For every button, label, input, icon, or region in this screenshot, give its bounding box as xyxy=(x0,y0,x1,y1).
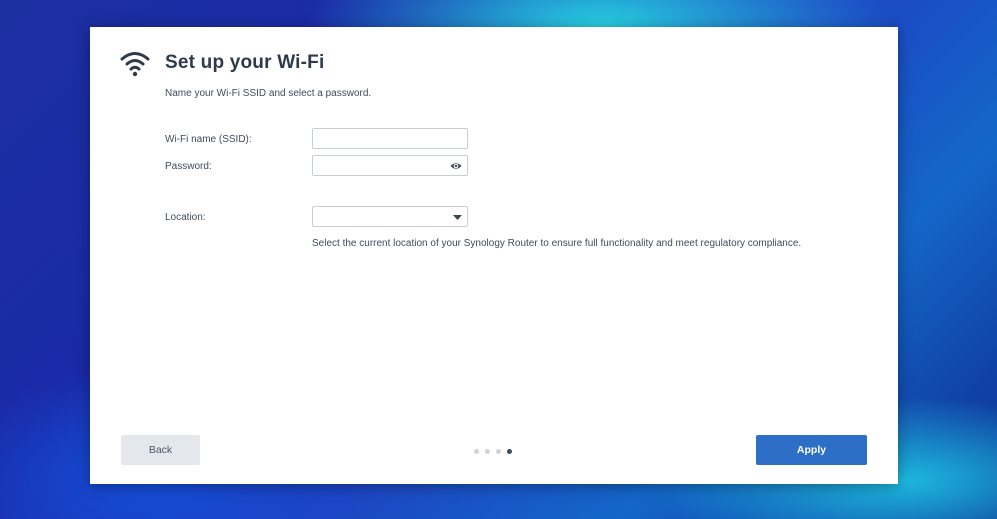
ssid-field-box xyxy=(312,128,468,149)
ssid-label: Wi-Fi name (SSID): xyxy=(165,134,252,145)
page-title: Set up your Wi-Fi xyxy=(165,52,325,73)
step-dot xyxy=(474,449,479,454)
caret-down-icon xyxy=(453,215,462,220)
location-hint: Select the current location of your Syno… xyxy=(312,238,802,249)
apply-button[interactable]: Apply xyxy=(756,435,867,465)
step-indicator xyxy=(474,449,512,455)
step-dot xyxy=(496,449,501,454)
location-select[interactable] xyxy=(312,206,468,227)
step-dot-active xyxy=(507,449,512,454)
back-button[interactable]: Back xyxy=(121,435,200,465)
location-label: Location: xyxy=(165,212,206,223)
eye-icon[interactable] xyxy=(450,160,462,172)
setup-dialog: Set up your Wi-Fi Name your Wi-Fi SSID a… xyxy=(90,27,898,484)
step-dot xyxy=(485,449,490,454)
password-field-box xyxy=(312,155,468,176)
ssid-input[interactable] xyxy=(313,130,467,149)
page-subtitle: Name your Wi-Fi SSID and select a passwo… xyxy=(165,88,372,99)
wifi-icon xyxy=(120,52,150,77)
password-label: Password: xyxy=(165,161,212,172)
password-input[interactable] xyxy=(313,157,467,176)
